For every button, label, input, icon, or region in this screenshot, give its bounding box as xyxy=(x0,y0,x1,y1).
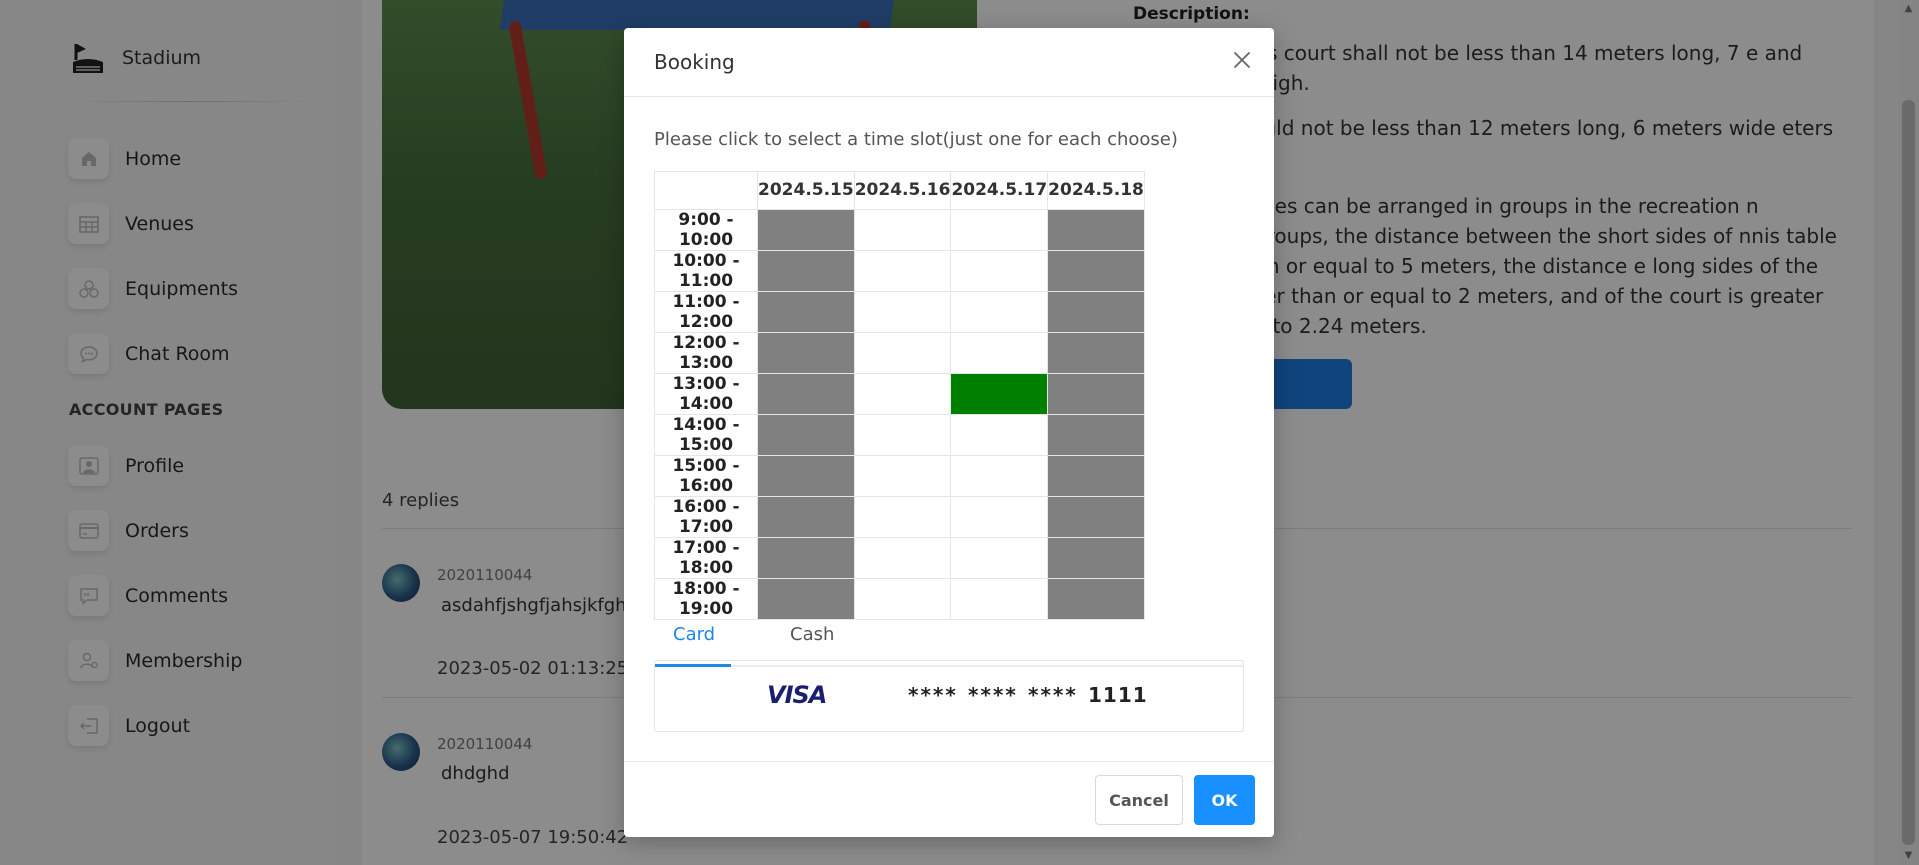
date-column-header: 2024.5.18 xyxy=(1047,171,1145,210)
time-slot-cell-available[interactable] xyxy=(853,249,952,292)
date-column-header: 2024.5.16 xyxy=(853,171,952,210)
date-column-header: 2024.5.15 xyxy=(757,171,855,210)
time-slot-row: 10:00 - 11:00 xyxy=(654,249,1145,292)
time-slot-row: 15:00 - 16:00 xyxy=(654,454,1145,497)
visa-logo: VISA xyxy=(767,681,827,709)
time-slot-grid: 2024.5.15 2024.5.16 2024.5.17 2024.5.18 9:0… xyxy=(654,171,1145,620)
time-slot-cell-available[interactable] xyxy=(853,536,952,579)
time-slot-cell-unavailable xyxy=(1047,372,1145,415)
card-number-masked: **** xyxy=(908,683,958,707)
time-slot-cell-available[interactable] xyxy=(950,413,1049,456)
time-label: 17:00 - 18:00 xyxy=(654,536,758,579)
time-slot-row: 11:00 - 12:00 xyxy=(654,290,1145,333)
time-slot-cell-unavailable xyxy=(1047,249,1145,292)
time-slot-hint: Please click to select a time slot(just … xyxy=(654,129,1178,150)
time-slot-cell-unavailable xyxy=(757,454,855,497)
time-label: 11:00 - 12:00 xyxy=(654,290,758,333)
time-slot-cell-unavailable xyxy=(757,536,855,579)
time-slot-cell-available[interactable] xyxy=(853,208,952,251)
time-slot-cell-available[interactable] xyxy=(853,372,952,415)
time-slot-cell-unavailable xyxy=(757,372,855,415)
time-label: 10:00 - 11:00 xyxy=(654,249,758,292)
time-slot-cell-available[interactable] xyxy=(950,249,1049,292)
cancel-button[interactable]: Cancel xyxy=(1095,775,1183,825)
time-slot-row: 17:00 - 18:00 xyxy=(654,536,1145,579)
payment-tabs: Card Cash xyxy=(654,612,1244,667)
time-slot-cell-available[interactable] xyxy=(950,454,1049,497)
time-slot-cell-unavailable xyxy=(1047,413,1145,456)
booking-modal: Booking Please click to select a time sl… xyxy=(624,28,1274,837)
time-slot-row: 14:00 - 15:00 xyxy=(654,413,1145,456)
time-label: 14:00 - 15:00 xyxy=(654,413,758,456)
time-slot-cell-unavailable xyxy=(757,413,855,456)
modal-footer-divider xyxy=(624,761,1274,762)
time-slot-cell-unavailable xyxy=(757,208,855,251)
time-slot-cell-available[interactable] xyxy=(950,495,1049,538)
time-slot-cell-available[interactable] xyxy=(950,290,1049,333)
time-slot-row: 12:00 - 13:00 xyxy=(654,331,1145,374)
grid-header-row: 2024.5.15 2024.5.16 2024.5.17 2024.5.18 xyxy=(654,171,1145,210)
time-slot-cell-unavailable xyxy=(1047,208,1145,251)
time-slot-cell-available[interactable] xyxy=(853,495,952,538)
time-slot-cell-selected[interactable] xyxy=(950,372,1049,415)
modal-title: Booking xyxy=(654,50,735,74)
time-slot-cell-available[interactable] xyxy=(853,331,952,374)
time-slot-cell-available[interactable] xyxy=(853,413,952,456)
time-slot-cell-available[interactable] xyxy=(853,290,952,333)
time-slot-cell-unavailable xyxy=(1047,536,1145,579)
grid-body: 9:00 - 10:00 10:00 - 11:00 11:00 - 12:00 12… xyxy=(654,208,1145,620)
time-slot-cell-unavailable xyxy=(757,331,855,374)
time-slot-cell-unavailable xyxy=(757,290,855,333)
tab-card[interactable]: Card xyxy=(673,624,715,645)
time-slot-cell-available[interactable] xyxy=(950,208,1049,251)
modal-header: Booking xyxy=(624,28,1274,97)
payment-card[interactable]: VISA **** **** **** 1111 xyxy=(654,660,1244,732)
time-slot-cell-unavailable xyxy=(1047,290,1145,333)
time-label: 16:00 - 17:00 xyxy=(654,495,758,538)
time-slot-cell-available[interactable] xyxy=(950,331,1049,374)
grid-corner-cell xyxy=(654,171,758,210)
time-slot-cell-available[interactable] xyxy=(853,454,952,497)
time-slot-cell-unavailable xyxy=(1047,331,1145,374)
time-slot-row: 9:00 - 10:00 xyxy=(654,208,1145,251)
time-slot-cell-unavailable xyxy=(757,249,855,292)
time-slot-cell-unavailable xyxy=(757,495,855,538)
time-slot-cell-available[interactable] xyxy=(950,536,1049,579)
time-slot-cell-unavailable xyxy=(1047,454,1145,497)
time-label: 9:00 - 10:00 xyxy=(654,208,758,251)
time-slot-row: 16:00 - 17:00 xyxy=(654,495,1145,538)
time-label: 12:00 - 13:00 xyxy=(654,331,758,374)
ok-button[interactable]: OK xyxy=(1194,775,1255,825)
card-last-four: 1111 xyxy=(1088,683,1148,707)
time-slot-row: 13:00 - 14:00 xyxy=(654,372,1145,415)
card-number-masked: **** xyxy=(968,683,1018,707)
time-label: 15:00 - 16:00 xyxy=(654,454,758,497)
close-icon[interactable] xyxy=(1230,48,1254,72)
date-column-header: 2024.5.17 xyxy=(950,171,1049,210)
time-slot-cell-unavailable xyxy=(1047,495,1145,538)
card-number-masked: **** xyxy=(1028,683,1078,707)
time-label: 13:00 - 14:00 xyxy=(654,372,758,415)
tab-cash[interactable]: Cash xyxy=(790,624,834,645)
